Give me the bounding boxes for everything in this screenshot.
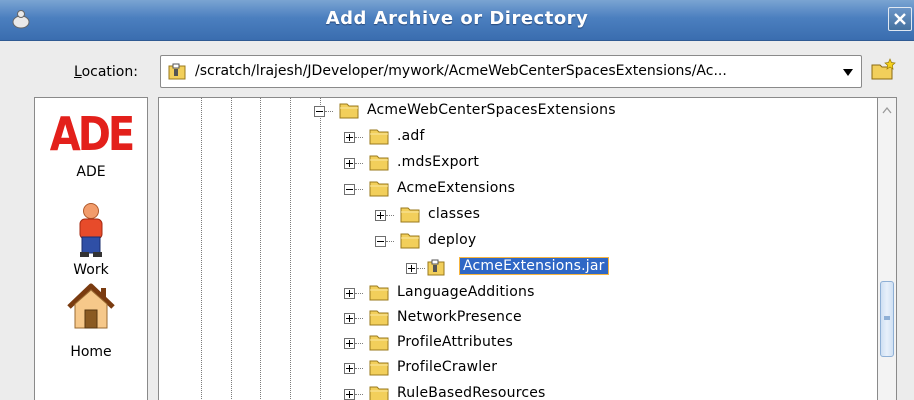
tree-row[interactable]: RuleBasedResources: [159, 384, 877, 400]
folder-icon: [400, 233, 420, 249]
places-panel: ADE ADE Work Home: [34, 97, 148, 400]
folder-icon: [369, 285, 389, 301]
tree-connector: [355, 163, 363, 164]
expand-icon[interactable]: [344, 363, 355, 374]
location-label-rest: ocation:: [81, 64, 138, 80]
expand-icon[interactable]: [344, 313, 355, 324]
folder-icon: [400, 207, 420, 223]
folder-icon: [369, 310, 389, 326]
file-tree[interactable]: AcmeWebCenterSpacesExtensions .adf .mdsE…: [158, 97, 877, 400]
new-folder-icon[interactable]: [871, 58, 897, 82]
location-combobox[interactable]: /scratch/lrajesh/JDeveloper/mywork/AcmeW…: [160, 55, 862, 88]
chevron-down-icon[interactable]: [843, 69, 853, 76]
tree-connector: [355, 189, 363, 190]
tree-row[interactable]: LanguageAdditions: [159, 283, 877, 305]
folder-icon: [369, 155, 389, 171]
collapse-icon[interactable]: [314, 106, 325, 117]
tree-item-label: classes: [428, 206, 481, 222]
person-icon: [79, 203, 103, 257]
tree-connector: [355, 368, 363, 369]
window-title: Add Archive or Directory: [325, 8, 589, 29]
scroll-up-icon[interactable]: [882, 106, 892, 114]
tree-row[interactable]: AcmeExtensions: [159, 179, 877, 201]
tree-row[interactable]: AcmeWebCenterSpacesExtensions: [159, 101, 877, 123]
tree-row[interactable]: .mdsExport: [159, 153, 877, 175]
tree-row-selected[interactable]: AcmeExtensions.jar: [159, 257, 877, 280]
expand-icon[interactable]: [344, 158, 355, 169]
tree-connector: [355, 293, 363, 294]
tree-item-label: NetworkPresence: [397, 309, 522, 325]
tree-connector: [386, 241, 394, 242]
tree-row[interactable]: .adf: [159, 127, 877, 149]
tree-item-label: RuleBasedResources: [397, 385, 546, 400]
tree-item-label: ProfileCrawler: [397, 359, 498, 375]
tree-row[interactable]: deploy: [159, 231, 877, 253]
home-icon: [67, 283, 115, 329]
tree-row[interactable]: classes: [159, 205, 877, 227]
tree-row[interactable]: ProfileCrawler: [159, 358, 877, 380]
tree-connector: [355, 318, 363, 319]
expand-icon[interactable]: [375, 210, 386, 221]
tree-connector: [355, 394, 363, 395]
expand-icon[interactable]: [406, 263, 417, 274]
tree-connector: [386, 215, 394, 216]
close-button[interactable]: [888, 7, 912, 31]
tree-row[interactable]: ProfileAttributes: [159, 333, 877, 355]
tree-item-label: ProfileAttributes: [397, 334, 514, 350]
place-label: ADE: [76, 164, 106, 180]
archive-icon: [168, 63, 186, 80]
location-mnemonic: L: [74, 64, 82, 80]
place-home[interactable]: Home: [35, 282, 147, 360]
tree-row[interactable]: NetworkPresence: [159, 308, 877, 330]
tree-item-label: .mdsExport: [397, 154, 480, 170]
archive-icon: [427, 259, 445, 276]
place-label: Work: [73, 262, 109, 278]
tree-item-label-selected: AcmeExtensions.jar: [459, 257, 609, 275]
tree-item-label: AcmeExtensions: [397, 180, 516, 196]
place-label: Home: [70, 344, 112, 360]
folder-icon: [369, 129, 389, 145]
tree-connector: [417, 268, 425, 269]
vertical-scrollbar[interactable]: [877, 97, 897, 400]
grip-icon: [884, 316, 890, 320]
tree-connector: [355, 343, 363, 344]
folder-icon: [369, 181, 389, 197]
tree-connector: [355, 137, 363, 138]
scrollbar-thumb[interactable]: [880, 281, 894, 357]
place-ade[interactable]: ADE ADE: [35, 108, 147, 180]
tree-item-label: .adf: [397, 128, 425, 144]
expand-icon[interactable]: [344, 338, 355, 349]
place-work[interactable]: Work: [35, 202, 147, 278]
location-label: Location:: [74, 64, 138, 80]
close-icon: [894, 13, 906, 25]
tree-item-label: deploy: [428, 232, 477, 248]
location-path: /scratch/lrajesh/JDeveloper/mywork/AcmeW…: [195, 63, 727, 79]
ade-logo-icon: ADE: [49, 108, 136, 162]
title-bar: Add Archive or Directory: [0, 0, 914, 41]
tree-item-label: AcmeWebCenterSpacesExtensions: [367, 102, 616, 118]
folder-icon: [369, 335, 389, 351]
collapse-icon[interactable]: [375, 236, 386, 247]
folder-icon: [339, 103, 359, 119]
expand-icon[interactable]: [344, 132, 355, 143]
tree-connector: [325, 111, 333, 112]
expand-icon[interactable]: [344, 389, 355, 400]
folder-icon: [369, 386, 389, 400]
tree-item-label: LanguageAdditions: [397, 284, 535, 300]
expand-icon[interactable]: [344, 288, 355, 299]
collapse-icon[interactable]: [344, 184, 355, 195]
folder-icon: [369, 360, 389, 376]
